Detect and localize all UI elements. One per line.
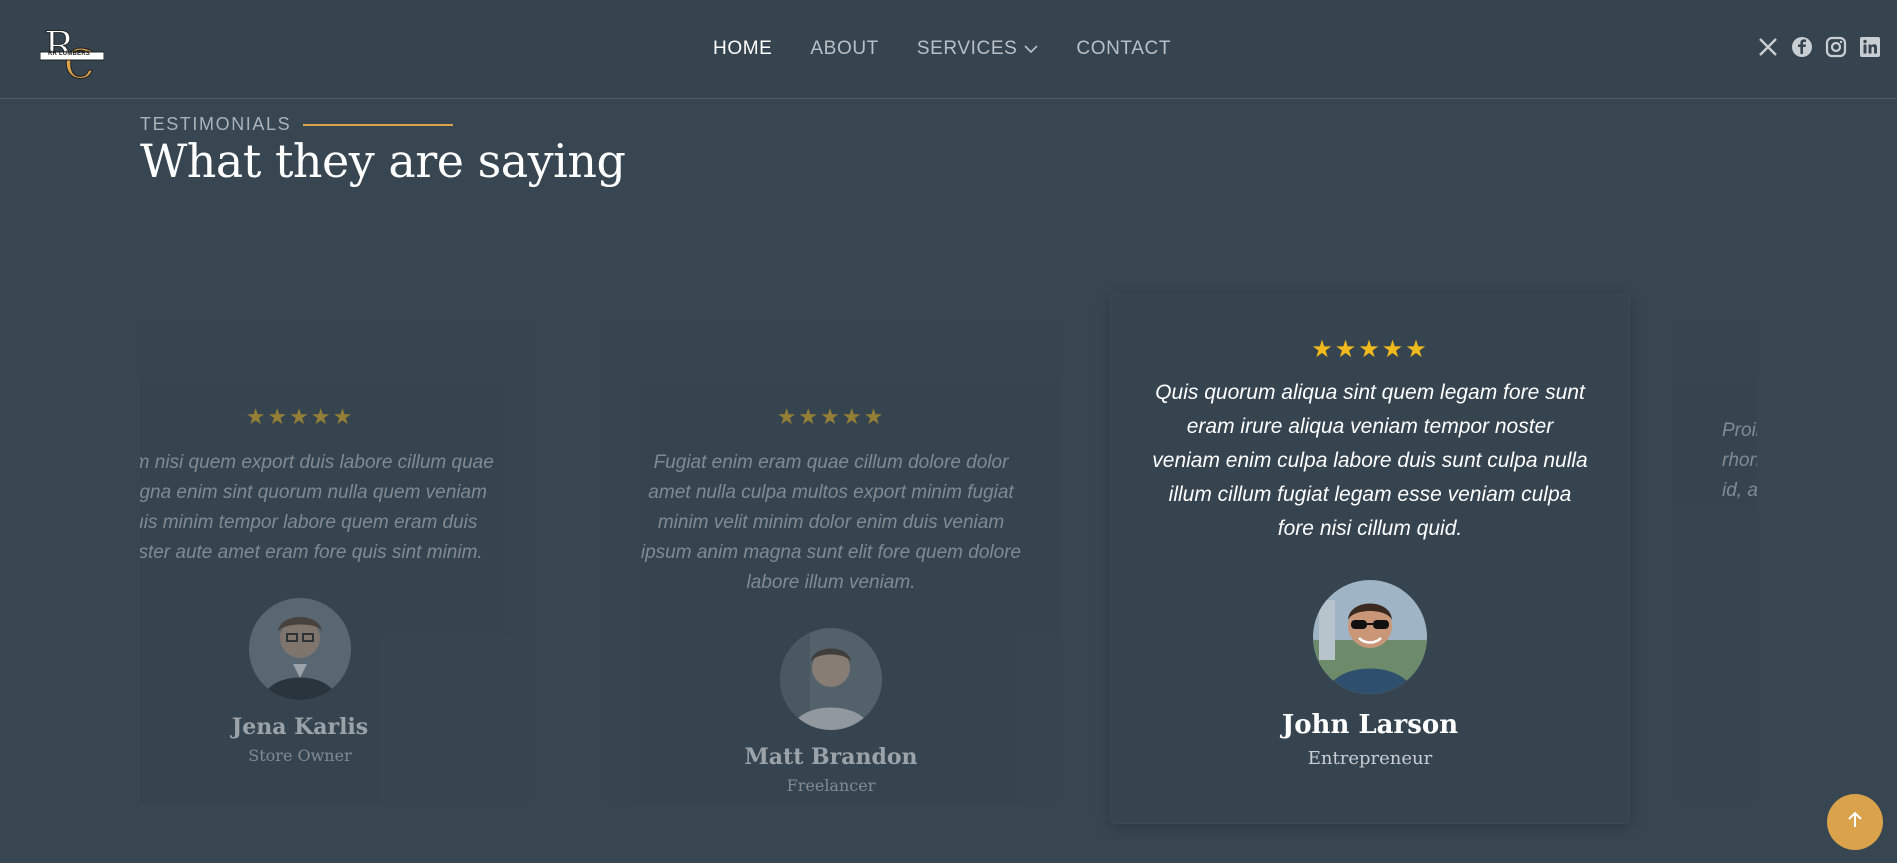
testimonials-carousel[interactable]: ★★★★★ Enim nisi quem export duis labore … — [140, 280, 1757, 840]
testimonial-name: John Larson — [1281, 710, 1459, 740]
instagram-icon[interactable] — [1825, 36, 1847, 58]
testimonial-quote: Quis quorum aliqua sint quem legam fore … — [1152, 381, 1588, 540]
facebook-icon[interactable] — [1791, 36, 1813, 58]
testimonial-role: Freelancer — [786, 776, 876, 795]
social-links — [1757, 36, 1881, 58]
testimonial-quote: Fugiat enim eram quae cillum dolore dolo… — [640, 452, 1022, 593]
main-nav: HOME ABOUT SERVICES CONTACT — [713, 38, 1209, 60]
testimonial-role: Store Owner — [248, 746, 352, 765]
svg-text:C: C — [64, 42, 95, 86]
testimonial-role: Entrepreneur — [1307, 748, 1433, 769]
linkedin-icon[interactable] — [1859, 36, 1881, 58]
section-title: What they are saying — [140, 134, 626, 188]
site-logo[interactable]: R C RR LUMBERS — [39, 22, 105, 89]
arrow-up-icon — [1845, 810, 1865, 835]
section-eyebrow: TESTIMONIALS — [140, 114, 454, 135]
section-eyebrow-label: TESTIMONIALS — [140, 114, 292, 134]
avatar — [780, 628, 882, 730]
chevron-down-icon — [1024, 38, 1038, 60]
rating-stars: ★★★★★ — [245, 404, 355, 429]
nav-home[interactable]: HOME — [713, 38, 772, 60]
testimonial-quote: Enim nisi quem export duis labore cillum… — [140, 452, 494, 563]
avatar — [1313, 580, 1427, 694]
testimonial-card-active: ★★★★★ Quis quorum aliqua sint quem legam… — [1110, 294, 1630, 824]
testimonial-card: ★★★★★ Fugiat enim eram quae cillum dolor… — [601, 320, 1061, 802]
eyebrow-divider — [303, 123, 454, 126]
testimonial-name: Jena Karlis — [231, 714, 369, 740]
nav-home-label: HOME — [713, 38, 773, 59]
testimonial-name: Matt Brandon — [744, 744, 918, 770]
x-icon[interactable] — [1757, 36, 1779, 58]
avatar — [249, 598, 351, 700]
testimonial-card: Proin s rhon id, a — [1672, 320, 1757, 802]
testimonial-quote: Proin s rhon id, a — [1722, 420, 1757, 501]
testimonial-card: ★★★★★ Enim nisi quem export duis labore … — [140, 320, 530, 802]
nav-about[interactable]: ABOUT — [810, 38, 878, 60]
rating-stars: ★★★★★ — [1311, 336, 1429, 363]
logo-text: RR LUMBERS — [48, 51, 90, 57]
nav-services-label: SERVICES — [916, 38, 1018, 59]
site-header: R C RR LUMBERS HOME ABOUT SERVICES CONTA… — [0, 0, 1897, 99]
nav-about-label: ABOUT — [810, 38, 879, 59]
rating-stars: ★★★★★ — [776, 404, 886, 429]
nav-contact-label: CONTACT — [1076, 38, 1172, 59]
nav-services[interactable]: SERVICES — [917, 38, 1039, 60]
nav-contact[interactable]: CONTACT — [1076, 38, 1171, 60]
back-to-top-button[interactable] — [1827, 794, 1883, 850]
